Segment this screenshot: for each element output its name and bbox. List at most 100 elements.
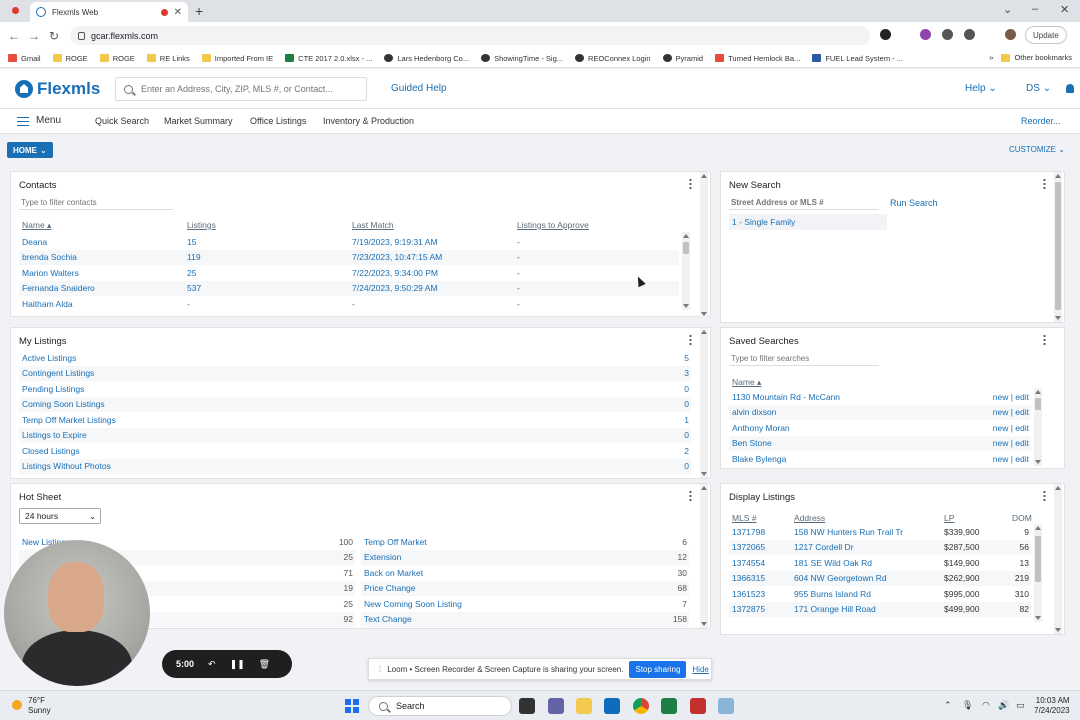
listing-count[interactable]: 0 [684, 461, 689, 471]
panel-scrollbar[interactable] [1054, 172, 1062, 322]
column-header-lp[interactable]: LP [944, 513, 954, 523]
contact-last-match[interactable]: 7/23/2023, 10:47:15 AM [352, 252, 442, 262]
panel-scrollbar[interactable] [700, 172, 708, 318]
contact-name[interactable]: brenda Sochia [22, 252, 77, 262]
new-tab-icon[interactable]: + [195, 3, 203, 19]
taskbar-search[interactable]: Search [368, 696, 512, 716]
display-listings-scrollbar[interactable] [1034, 524, 1042, 622]
listing-address-link[interactable]: 955 Burns Island Rd [794, 589, 871, 599]
hot-sheet-period-select[interactable]: 24 hours ⌄ [19, 508, 101, 524]
profile-avatar[interactable] [1005, 29, 1016, 40]
contact-last-match[interactable]: 7/24/2023, 9:50:29 AM [352, 283, 438, 293]
other-bookmarks[interactable]: Other bookmarks [1001, 53, 1072, 62]
new-edit-links[interactable]: new | edit [993, 423, 1029, 433]
update-button[interactable]: Update [1025, 26, 1067, 44]
table-row[interactable]: Haitham Alda - - - [19, 296, 679, 311]
contact-last-match[interactable]: 7/19/2023, 9:19:31 AM [352, 237, 438, 247]
new-edit-links[interactable]: new | edit [993, 454, 1029, 464]
extension-icon[interactable] [920, 29, 931, 40]
saved-searches-scrollbar[interactable] [1034, 388, 1042, 466]
chevron-up-icon[interactable]: ⌃ [944, 700, 952, 711]
excel-icon[interactable] [661, 698, 677, 714]
listing-address-link[interactable]: 171 Orange Hill Road [794, 604, 876, 614]
bookmark[interactable]: REOConnex Login [575, 54, 651, 63]
wifi-icon[interactable]: ◠ [982, 700, 990, 711]
listing-count[interactable]: 0 [684, 384, 689, 394]
listing-category-link[interactable]: Closed Listings [22, 446, 80, 456]
listing-category-link[interactable]: Listings Without Photos [22, 461, 111, 471]
listing-address-link[interactable]: 604 NW Georgetown Rd [794, 573, 887, 583]
bookmark[interactable]: Turned Hemlock Ba... [715, 54, 800, 63]
chevron-down-icon[interactable]: ⌄ [1003, 3, 1012, 16]
saved-search-name[interactable]: Anthony Moran [732, 423, 790, 433]
hot-sheet-row[interactable]: Back on Market 30 [361, 565, 689, 580]
listing-address-link[interactable]: 181 SE Wild Oak Rd [794, 558, 872, 568]
contact-last-match[interactable]: 7/22/2023, 9:34:00 PM [352, 268, 438, 278]
contact-last-match[interactable]: - [352, 299, 355, 309]
contact-listings[interactable]: 25 [187, 268, 196, 278]
drag-handle-icon[interactable]: ⁞ [379, 665, 381, 674]
nav-inventory-production[interactable]: Inventory & Production [323, 116, 414, 126]
listing-address-link[interactable]: 158 NW Hunters Run Trail Tr [794, 527, 903, 537]
table-row[interactable]: Ben Stone new | edit [729, 435, 1031, 451]
more-options-icon[interactable] [689, 490, 692, 501]
hot-sheet-row[interactable]: Extension 12 [361, 549, 689, 565]
table-row[interactable]: 1374554 181 SE Wild Oak Rd $149,900 13 [729, 555, 1031, 570]
contact-listings[interactable]: 15 [187, 237, 196, 247]
table-row[interactable]: 1371798 158 NW Hunters Run Trail Tr $339,9… [729, 524, 1031, 539]
list-item[interactable]: Pending Listings 0 [19, 381, 691, 396]
table-row[interactable]: Deana 15 7/19/2023, 9:19:31 AM - [19, 234, 679, 249]
hot-sheet-row[interactable]: Text Change 158 [361, 611, 689, 627]
close-tab-icon[interactable]: ✕ [174, 7, 182, 18]
reorder-link[interactable]: Reorder... [1021, 116, 1061, 126]
column-header-dom[interactable]: DOM [1012, 513, 1032, 523]
microphone-icon[interactable]: 🎙 [962, 700, 973, 711]
listing-address-link[interactable]: 1217 Cordell Dr [794, 542, 854, 552]
mls-number-link[interactable]: 1366315 [732, 573, 765, 583]
url-omnibox[interactable]: gcar.flexmls.com [70, 26, 870, 45]
hot-sheet-label[interactable]: Extension [364, 552, 401, 562]
table-row[interactable]: Blake Bylenga new | edit [729, 451, 1031, 466]
listing-count[interactable]: 3 [684, 368, 689, 378]
table-row[interactable]: Fernanda Snaidero 537 7/24/2023, 9:50:29 A… [19, 280, 679, 296]
contact-listings[interactable]: 119 [187, 252, 201, 262]
contact-name[interactable]: Deana [22, 237, 47, 247]
saved-search-name[interactable]: Ben Stone [732, 438, 772, 448]
table-row[interactable]: 1130 Mountain Rd - McCann new | edit [729, 389, 1031, 404]
weather-widget[interactable]: 76°F Sunny [12, 696, 51, 716]
contact-name[interactable]: Haitham Alda [22, 299, 73, 309]
hide-sharing-bar-link[interactable]: Hide [692, 665, 708, 674]
more-options-icon[interactable] [1043, 490, 1046, 501]
help-menu[interactable]: Help ⌄ [965, 83, 997, 94]
minimize-icon[interactable]: – [1032, 3, 1038, 15]
bookmark[interactable]: Lars Hedenborg Co... [384, 54, 469, 63]
guided-help-link[interactable]: Guided Help [391, 83, 447, 94]
column-header-listings-to-approve[interactable]: Listings to Approve [517, 220, 589, 230]
list-item[interactable]: Temp Off Market Listings 1 [19, 412, 691, 427]
hot-sheet-label[interactable]: New Coming Soon Listing [364, 599, 462, 609]
search-type-option[interactable]: 1 - Single Family [729, 214, 887, 230]
bookmark[interactable]: RE Links [146, 54, 190, 63]
listing-category-link[interactable]: Pending Listings [22, 384, 84, 394]
column-header-address[interactable]: Address [794, 513, 825, 523]
reload-icon[interactable]: ↻ [44, 29, 64, 43]
table-row[interactable]: 1366315 604 NW Georgetown Rd $262,900 219 [729, 570, 1031, 586]
mls-number-link[interactable]: 1372875 [732, 604, 765, 614]
listing-count[interactable]: 0 [684, 399, 689, 409]
nav-office-listings[interactable]: Office Listings [250, 116, 306, 126]
nav-market-summary[interactable]: Market Summary [164, 116, 233, 126]
listing-category-link[interactable]: Temp Off Market Listings [22, 415, 116, 425]
bell-icon[interactable] [1066, 84, 1074, 93]
hot-sheet-row[interactable]: New Coming Soon Listing 7 [361, 596, 689, 611]
task-view-icon[interactable] [519, 698, 535, 714]
battery-icon[interactable]: ▭ [1016, 700, 1025, 711]
saved-search-name[interactable]: Blake Bylenga [732, 454, 786, 464]
webcam-bubble[interactable] [4, 540, 150, 686]
windows-start-icon[interactable] [345, 699, 359, 713]
volume-icon[interactable]: 🔊 [998, 700, 1009, 711]
saved-search-name[interactable]: alvin dixson [732, 407, 776, 417]
table-row[interactable]: Anthony Moran new | edit [729, 420, 1031, 435]
bookmark[interactable]: Pyramid [662, 54, 703, 63]
panel-scrollbar[interactable] [1054, 484, 1062, 634]
close-window-icon[interactable]: ✕ [1060, 3, 1069, 16]
